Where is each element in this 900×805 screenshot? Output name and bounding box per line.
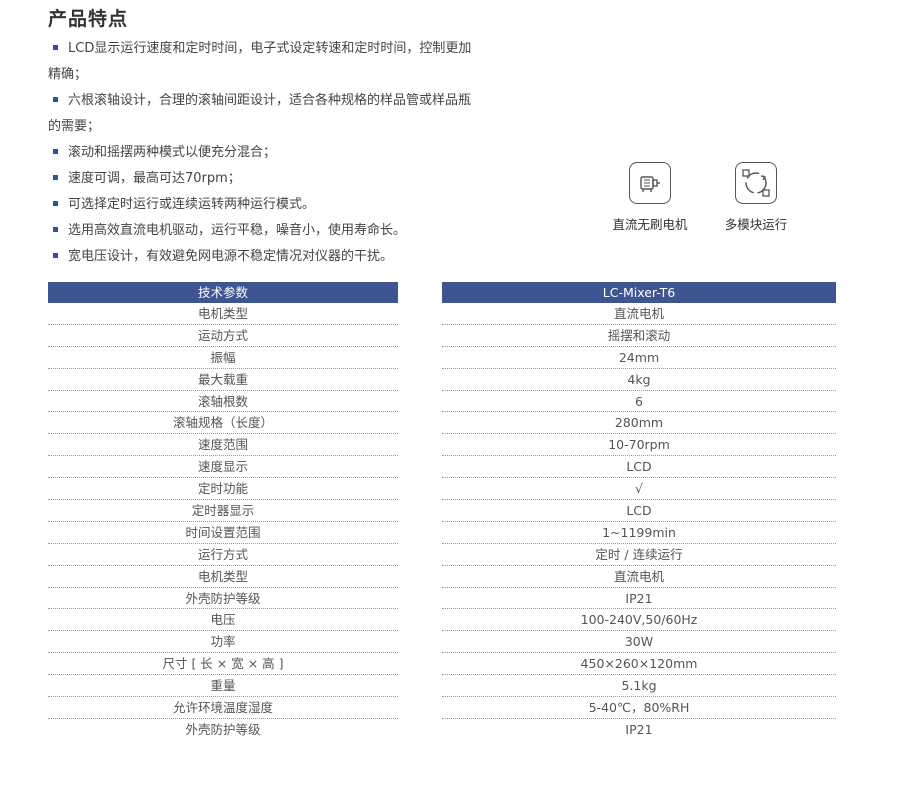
bullet-icon: [53, 45, 58, 50]
bullet-icon: [53, 175, 58, 180]
param-header: 技术参数: [48, 282, 398, 303]
spec-param-cell: 重量: [48, 675, 398, 698]
bullet-icon: [53, 227, 58, 232]
feature-item: 宽电压设计，有效避免网电源不稳定情况对仪器的干扰。: [48, 244, 478, 270]
module-icon: [735, 162, 777, 204]
spec-param-cell: 电机类型: [48, 566, 398, 588]
spec-param-cell: 运动方式: [48, 325, 398, 347]
motor-icon: [629, 162, 671, 204]
spec-value-cell: 直流电机: [442, 303, 836, 325]
feature-item: 选用高效直流电机驱动，运行平稳，噪音小，使用寿命长。: [48, 218, 478, 244]
spec-param-cell: 电压: [48, 609, 398, 632]
spec-param-cell: 运行方式: [48, 544, 398, 566]
spec-param-cell: 外壳防护等级: [48, 588, 398, 610]
spec-value-cell: 100-240V,50/60Hz: [442, 609, 836, 632]
spec-param-cell: 滚轴根数: [48, 391, 398, 413]
spec-value-cell: 直流电机: [442, 566, 836, 588]
spec-value-cell: LCD: [442, 456, 836, 479]
motor-label: 直流无刷电机: [612, 217, 688, 232]
spec-value-cell: IP21: [442, 588, 836, 610]
spec-value-cell: 定时 / 连续运行: [442, 544, 836, 566]
spec-param-cell: 速度范围: [48, 434, 398, 457]
spec-value-cell: 30W: [442, 631, 836, 654]
feature-module: 多模块运行: [706, 162, 806, 233]
feature-list: LCD显示运行速度和定时时间，电子式设定转速和定时时间，控制更加精确； 六根滚轴…: [48, 36, 478, 270]
spec-value-cell: 280mm: [442, 412, 836, 435]
spec-value-cell: LCD: [442, 500, 836, 522]
spec-param-cell: 外壳防护等级: [185, 721, 261, 737]
spec-param-cell: 速度显示: [48, 456, 398, 479]
spec-param-cell: 尺寸 [ 长 × 宽 × 高 ]: [48, 653, 398, 676]
feature-item: LCD显示运行速度和定时时间，电子式设定转速和定时时间，控制更加精确；: [48, 41, 472, 82]
spec-param-column: 技术参数 电机类型 运动方式 振幅 最大载重 滚轴根数 滚轴规格（长度） 速度范围 速度显示定…: [48, 282, 398, 741]
spec-value-cell: √: [442, 478, 836, 501]
spec-value-cell: 1~1199min: [442, 522, 836, 544]
spec-value-cell: 摇摆和滚动: [442, 325, 836, 347]
module-label: 多模块运行: [724, 217, 788, 232]
bullet-icon: [53, 97, 58, 102]
feature-item: 速度可调，最高可达70rpm；: [48, 166, 478, 192]
spec-value-cell: 10-70rpm: [442, 434, 836, 457]
bullet-icon: [53, 253, 58, 258]
spec-param-cell: 功率: [48, 631, 398, 654]
spec-value-cell: 5-40℃，80%RH: [442, 697, 836, 719]
spec-value-cell: 4kg: [442, 369, 836, 391]
spec-value-cell: 450×260×120mm: [442, 653, 836, 676]
feature-item: 滚动和摇摆两种模式以便充分混合；: [48, 140, 478, 166]
spec-value-cell: 24mm: [442, 347, 836, 369]
bullet-icon: [53, 149, 58, 154]
feature-motor: 直流无刷电机: [600, 162, 700, 233]
spec-value-cell: 5.1kg: [442, 675, 836, 698]
spec-value-column: LC-Mixer-T6 直流电机 摇摆和滚动 24mm 4kg 6 280mm 10-70r…: [442, 282, 836, 741]
page-title: 产品特点: [48, 8, 129, 30]
spec-param-cell: 时间设置范围: [48, 522, 398, 544]
spec-param-cell: 振幅: [48, 347, 398, 369]
bullet-icon: [53, 201, 58, 206]
spec-param-cell: 允许环境温度湿度: [48, 697, 398, 719]
spec-param-cell: 最大载重: [48, 369, 398, 391]
feature-item: 可选择定时运行或连续运转两种运行模式。: [48, 192, 478, 218]
spec-value-cell: IP21: [625, 721, 653, 737]
spec-param-cell: 滚轴规格（长度）: [48, 412, 398, 435]
spec-param-cell: 电机类型: [48, 303, 398, 325]
spec-value-cell: 6: [442, 391, 836, 413]
spec-param-cell: 定时功能: [48, 478, 398, 501]
feature-item: 六根滚轴设计，合理的滚轴间距设计，适合各种规格的样品管或样品瓶的需要；: [48, 93, 472, 134]
spec-param-cell: 定时器显示: [48, 500, 398, 522]
value-header: LC-Mixer-T6: [442, 282, 836, 303]
